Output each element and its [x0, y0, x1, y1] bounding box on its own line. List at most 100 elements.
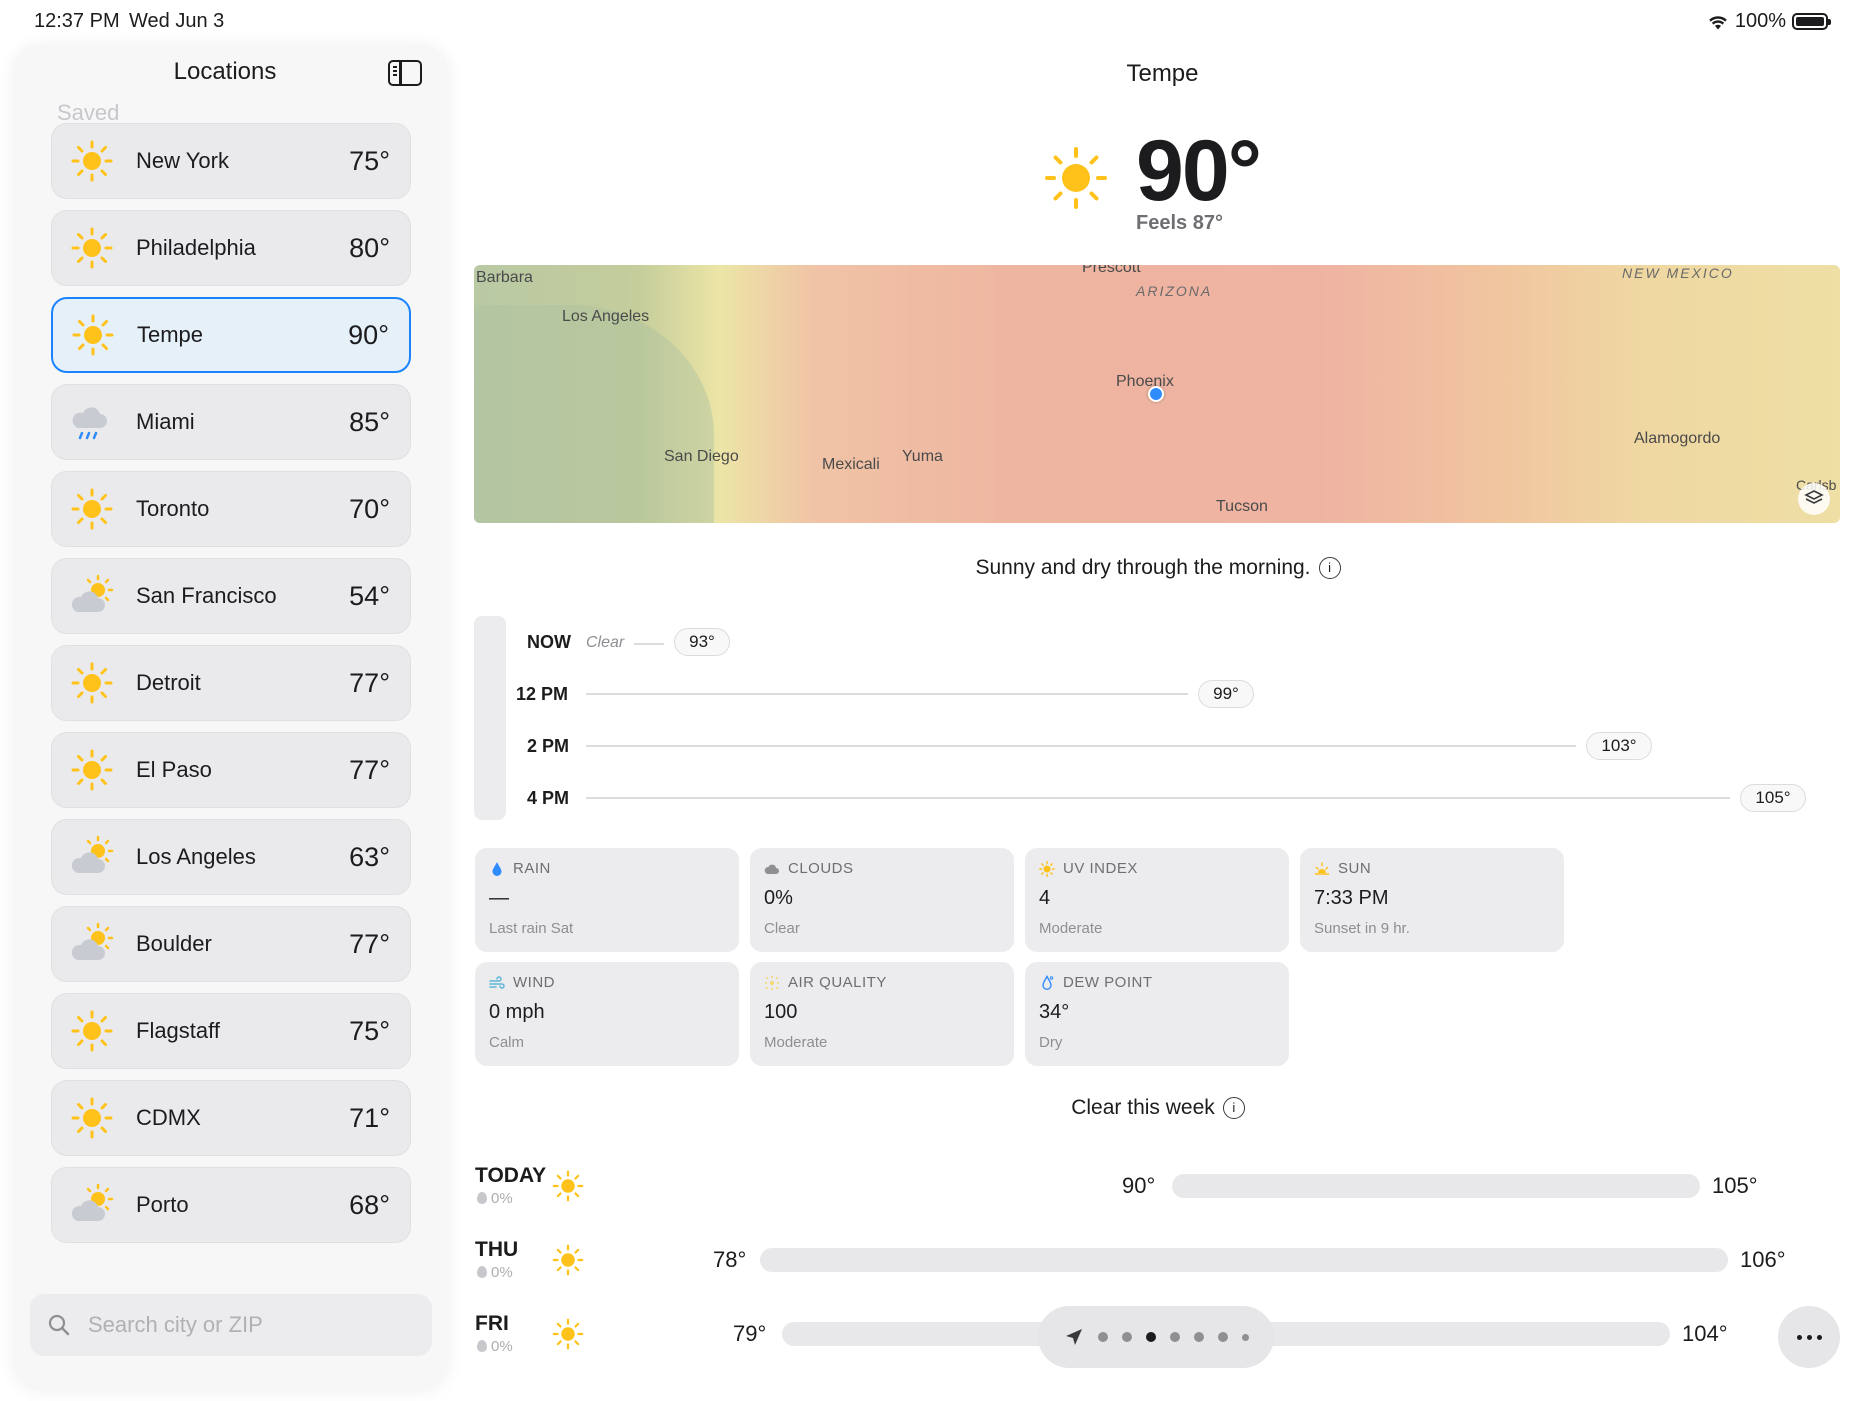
hourly-rail [474, 616, 506, 820]
location-row[interactable]: Flagstaff 75° [51, 993, 411, 1069]
forecast-summary: Sunny and dry through the morning. i [475, 556, 1841, 580]
location-row[interactable]: Philadelphia 80° [51, 210, 411, 286]
partly-cloudy-icon [68, 920, 116, 968]
partly-cloudy-icon [68, 572, 116, 620]
location-name: Flagstaff [136, 1018, 220, 1043]
location-row[interactable]: Toronto 70° [51, 471, 411, 547]
sun-icon [68, 485, 116, 533]
hour-temp-pill: 99° [1198, 680, 1254, 708]
page-dot[interactable] [1121, 1332, 1132, 1342]
raindrop-icon [492, 861, 502, 876]
battery-percent: 100% [1734, 10, 1786, 32]
map-label-alamogordo: Alamogordo [1634, 430, 1721, 447]
location-temp: 75° [349, 145, 390, 176]
raindrop-icon [477, 1340, 487, 1352]
hour-temp-pill: 93° [674, 628, 730, 656]
hour-label: 4 PM [527, 788, 570, 808]
location-name: Toronto [136, 496, 210, 521]
high-temp: 106° [1740, 1247, 1786, 1272]
uv-index-card[interactable]: UV INDEX 4 Moderate [1025, 848, 1289, 952]
sidebar-toggle-icon[interactable] [388, 60, 422, 86]
map-layers-button[interactable] [1798, 483, 1830, 515]
location-row[interactable]: San Francisco 54° [51, 558, 411, 634]
sun-icon [550, 1242, 586, 1278]
clouds-card[interactable]: CLOUDS 0% Clear [750, 848, 1014, 952]
high-temp: 105° [1712, 1173, 1758, 1198]
location-row[interactable]: Boulder 77° [51, 906, 411, 982]
location-name: CDMX [136, 1105, 201, 1130]
info-icon[interactable]: i [1222, 1097, 1245, 1119]
current-temperature: 90° [1136, 123, 1262, 219]
location-temp: 75° [349, 1015, 390, 1046]
raindrop-icon [477, 1266, 487, 1278]
hour-label: 2 PM [527, 736, 570, 756]
more-button[interactable] [1778, 1306, 1840, 1368]
raindrop-icon [477, 1192, 487, 1204]
page-dot[interactable] [1097, 1332, 1108, 1342]
info-icon[interactable]: i [1318, 557, 1341, 579]
location-row[interactable]: Tempe 90° [51, 297, 411, 373]
location-temp: 77° [349, 667, 390, 698]
location-name: Detroit [136, 670, 201, 695]
precip-chance: 0% [477, 1190, 513, 1207]
sun-card[interactable]: SUN 7:33 PM Sunset in 9 hr. [1300, 848, 1564, 952]
location-name: Los Angeles [136, 844, 256, 869]
search-field[interactable] [30, 1294, 432, 1356]
location-row[interactable]: Miami 85° [51, 384, 411, 460]
search-icon [48, 1314, 70, 1336]
map-label-mexicali: Mexicali [822, 456, 880, 473]
status-time: 12:37 PM [34, 10, 120, 32]
page-dot[interactable] [1169, 1332, 1180, 1342]
location-row[interactable]: Los Angeles 63° [51, 819, 411, 895]
current-location-dot [1148, 386, 1164, 402]
map-label-new-mexico: NEW MEXICO [1622, 265, 1734, 281]
location-row[interactable]: Porto 68° [51, 1167, 411, 1243]
page-dot[interactable] [1241, 1333, 1249, 1341]
sun-icon [68, 1094, 116, 1142]
location-temp: 80° [349, 232, 390, 263]
location-temp: 54° [349, 580, 390, 611]
low-temp: 78° [713, 1247, 747, 1272]
map-label-prescott: Prescott [1082, 265, 1141, 276]
location-name: Porto [136, 1192, 189, 1217]
rain-card[interactable]: RAIN — Last rain Sat [475, 848, 739, 952]
sun-icon [1045, 147, 1107, 209]
precip-chance: 0% [477, 1264, 513, 1281]
week-summary: Clear this week i [475, 1096, 1841, 1120]
page-dot[interactable] [1217, 1332, 1228, 1342]
sun-icon [550, 1168, 586, 1204]
location-temp: 71° [349, 1102, 390, 1133]
location-row[interactable]: Detroit 77° [51, 645, 411, 721]
page-dot-active[interactable] [1145, 1332, 1156, 1342]
location-pager[interactable] [1038, 1306, 1274, 1368]
search-input[interactable] [86, 1311, 410, 1339]
temp-range-bar [760, 1248, 1728, 1272]
location-name: Boulder [136, 931, 212, 956]
dew-point-card[interactable]: DEW POINT 34° Dry [1025, 962, 1289, 1066]
day-label: TODAY [475, 1164, 547, 1187]
location-name: Philadelphia [136, 235, 256, 260]
wind-icon [489, 975, 505, 989]
weather-map[interactable]: Barbara Prescott ARIZONA NEW MEXICO Los … [474, 265, 1840, 523]
temp-range-bar [1172, 1174, 1700, 1198]
wind-card[interactable]: WIND 0 mph Calm [475, 962, 739, 1066]
high-temp: 104° [1682, 1321, 1728, 1346]
air-quality-card[interactable]: AIR QUALITY 100 Moderate [750, 962, 1014, 1066]
page-dot[interactable] [1193, 1332, 1204, 1342]
status-date: Wed Jun 3 [129, 10, 225, 32]
dew-drop-icon [1042, 974, 1054, 990]
location-row[interactable]: CDMX 71° [51, 1080, 411, 1156]
air-quality-icon [765, 975, 779, 990]
battery-icon [1792, 13, 1831, 30]
location-temp: 70° [349, 493, 390, 524]
location-temp: 77° [349, 754, 390, 785]
hour-label: 12 PM [516, 684, 569, 704]
wifi-icon [1709, 15, 1727, 29]
location-row[interactable]: El Paso 77° [51, 732, 411, 808]
location-row[interactable]: New York 75° [51, 123, 411, 199]
location-temp: 77° [349, 928, 390, 959]
location-temp: 63° [349, 841, 390, 872]
location-name: Tempe [137, 322, 204, 347]
location-temp: 68° [349, 1189, 390, 1220]
hour-temp-pill: 103° [1586, 732, 1652, 760]
